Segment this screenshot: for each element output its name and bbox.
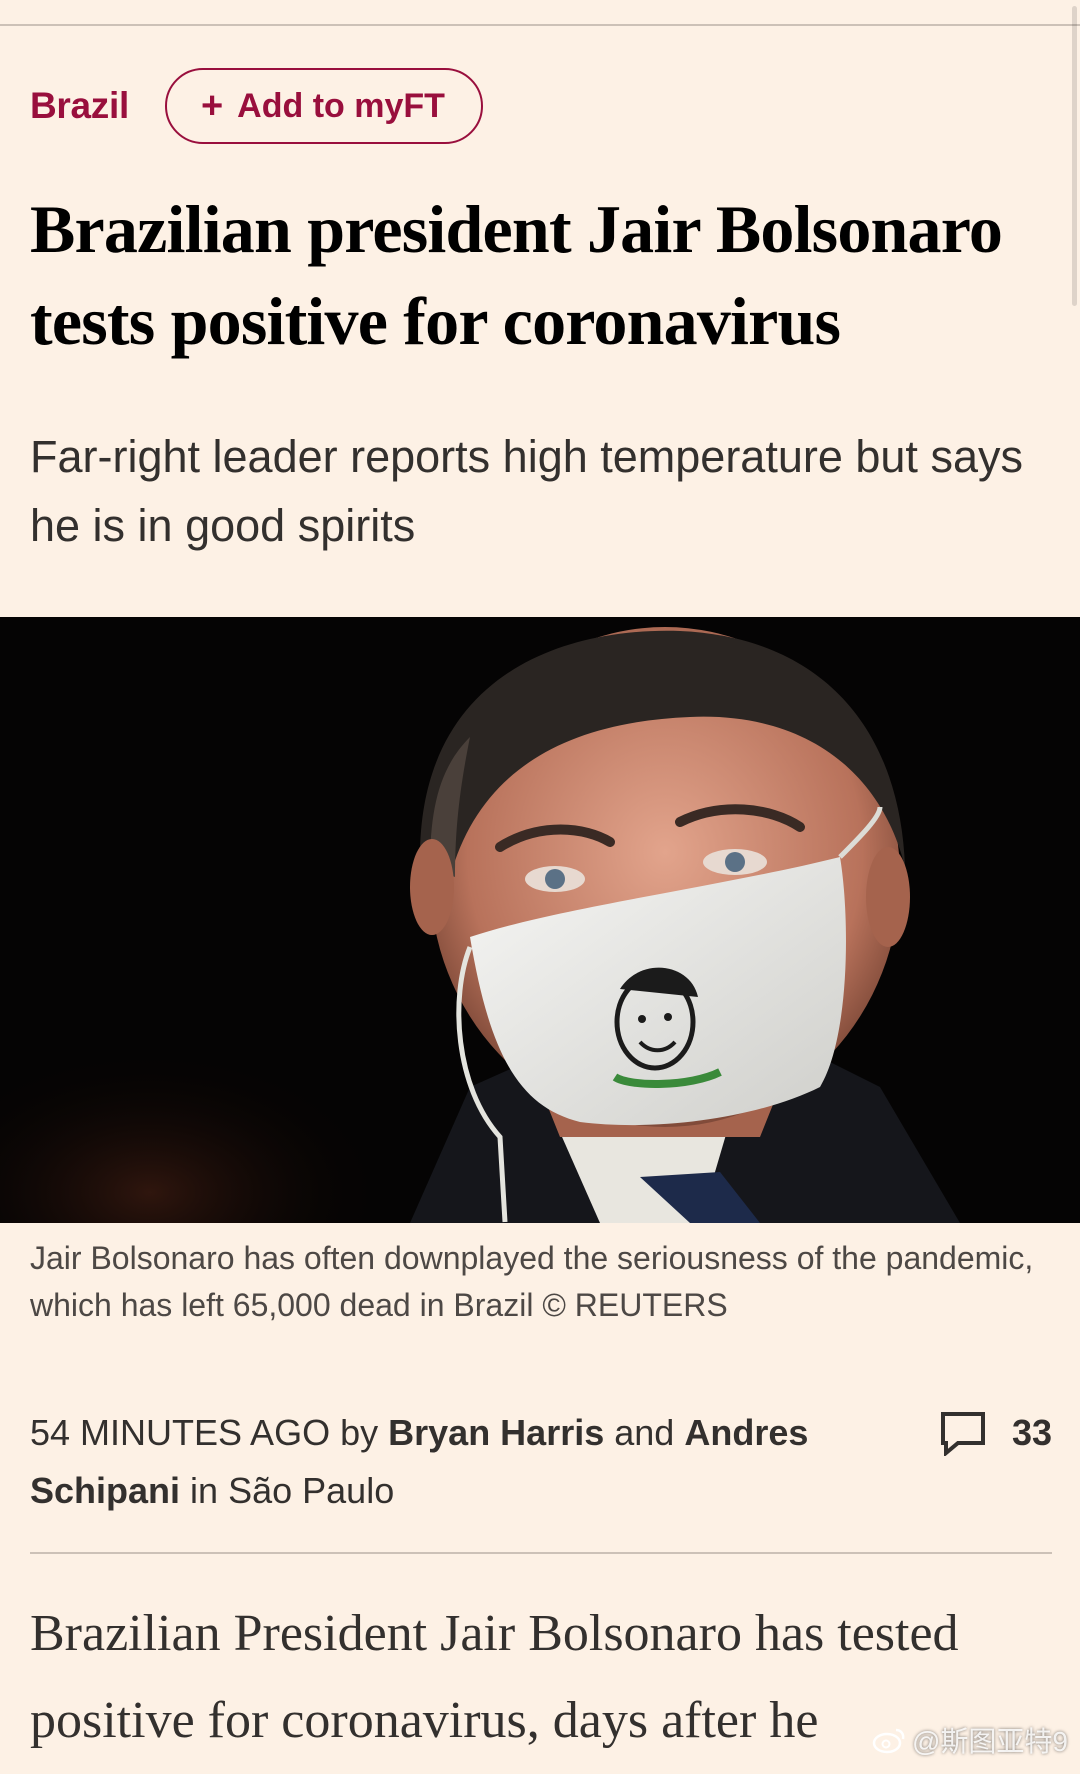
watermark-text: @斯图亚特9 xyxy=(912,1726,1068,1757)
weibo-icon xyxy=(872,1728,905,1754)
author-link-bryan-harris[interactable]: Bryan Harris xyxy=(388,1412,604,1453)
photo-masked-man xyxy=(0,617,1080,1223)
image-caption: Jair Bolsonaro has often downplayed the … xyxy=(30,1240,1034,1323)
watermark: @斯图亚特9 xyxy=(872,1720,1068,1760)
article-headline: Brazilian president Jair Bolsonaro tests… xyxy=(30,191,1003,359)
hero-photo xyxy=(0,617,1080,1223)
byline-and: and xyxy=(614,1412,675,1453)
byline-divider xyxy=(30,1552,1052,1554)
byline-location: São Paulo xyxy=(228,1470,395,1511)
add-to-myft-button[interactable]: + Add to myFT xyxy=(164,68,483,144)
comment-count: 33 xyxy=(1012,1412,1053,1453)
byline-by: by xyxy=(340,1412,379,1453)
topic-row: Brazil + Add to myFT xyxy=(30,66,483,146)
comments-button[interactable]: 33 xyxy=(940,1410,1052,1456)
speech-bubble-icon xyxy=(941,1412,985,1456)
plus-icon: + xyxy=(200,85,224,127)
byline-in: in xyxy=(190,1470,219,1511)
scrollbar-thumb[interactable] xyxy=(1072,6,1077,306)
add-to-myft-label: Add to myFT xyxy=(237,86,445,125)
topic-link-brazil[interactable]: Brazil xyxy=(30,85,129,127)
publish-time: 54 MINUTES AGO xyxy=(30,1412,331,1453)
article-standfirst: Far-right leader reports high temperatur… xyxy=(30,431,1023,551)
byline: 54 MINUTES AGO by Bryan Harris and Andre… xyxy=(30,1404,890,1520)
top-divider xyxy=(0,24,1080,26)
